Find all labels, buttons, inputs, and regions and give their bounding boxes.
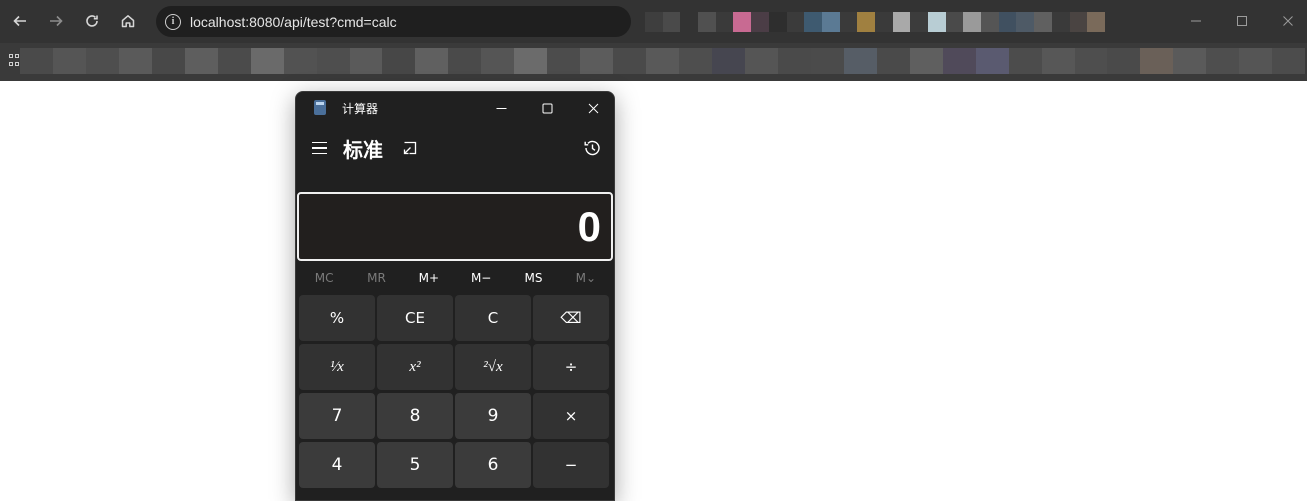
mode-title: 标准 <box>343 138 383 162</box>
memory-recall-button[interactable]: MR <box>350 268 402 288</box>
close-icon <box>588 103 598 113</box>
clear-key[interactable]: C <box>455 295 531 341</box>
mode-bar: 标准 <box>296 132 614 166</box>
calculator-app-icon <box>314 100 326 115</box>
maximize-icon <box>542 103 552 113</box>
bookmarks-bar <box>0 43 1307 81</box>
home-button[interactable] <box>117 10 139 32</box>
arrow-left-icon <box>13 15 26 27</box>
forward-button[interactable] <box>45 10 67 32</box>
calc-close-button[interactable] <box>578 96 608 120</box>
multiply-key[interactable]: × <box>533 393 609 439</box>
keep-on-top-icon[interactable] <box>402 140 418 156</box>
blurred-extensions-area <box>645 12 1105 32</box>
square-key[interactable]: x² <box>377 344 453 390</box>
memory-subtract-button[interactable]: M− <box>455 268 507 288</box>
subtract-key[interactable]: − <box>533 442 609 488</box>
minimize-icon <box>496 107 506 109</box>
digit-9-key[interactable]: 9 <box>455 393 531 439</box>
display-value: 0 <box>577 202 601 250</box>
digit-5-key[interactable]: 5 <box>377 442 453 488</box>
digit-7-key[interactable]: 7 <box>299 393 375 439</box>
home-icon <box>121 15 135 28</box>
square-root-key[interactable]: ²√x <box>455 344 531 390</box>
back-button[interactable] <box>9 10 31 32</box>
blurred-bookmarks <box>20 48 1306 74</box>
minimize-icon <box>1191 20 1201 22</box>
close-window-button[interactable] <box>1276 10 1300 32</box>
reload-icon <box>86 15 98 27</box>
digit-6-key[interactable]: 6 <box>455 442 531 488</box>
clear-entry-key[interactable]: CE <box>377 295 453 341</box>
maximize-window-button[interactable] <box>1230 10 1254 32</box>
percent-key[interactable]: % <box>299 295 375 341</box>
memory-row: MC MR M+ M− MS M⌄ <box>298 268 612 288</box>
memory-store-button[interactable]: MS <box>507 268 559 288</box>
memory-list-button[interactable]: M⌄ <box>560 268 612 288</box>
reload-button[interactable] <box>81 10 103 32</box>
digit-4-key[interactable]: 4 <box>299 442 375 488</box>
hamburger-menu-icon[interactable] <box>312 142 327 154</box>
backspace-key[interactable]: ⌫ <box>533 295 609 341</box>
calculator-window: 计算器 标准 0 MC MR M+ M− MS M⌄ % CE C ⌫ ¹⁄x … <box>295 91 615 501</box>
keypad: % CE C ⌫ ¹⁄x x² ²√x ÷ 7 8 9 × 4 5 6− <box>299 295 612 488</box>
minimize-window-button[interactable] <box>1184 10 1208 32</box>
memory-add-button[interactable]: M+ <box>403 268 455 288</box>
address-bar[interactable]: i localhost:8080/api/test?cmd=calc <box>156 6 631 37</box>
url-text: localhost:8080/api/test?cmd=calc <box>190 13 397 30</box>
memory-clear-button[interactable]: MC <box>298 268 350 288</box>
digit-8-key[interactable]: 8 <box>377 393 453 439</box>
divide-key[interactable]: ÷ <box>533 344 609 390</box>
reciprocal-key[interactable]: ¹⁄x <box>299 344 375 390</box>
calc-minimize-button[interactable] <box>486 96 516 120</box>
arrow-right-icon <box>50 15 63 27</box>
apps-grid-icon[interactable] <box>9 54 19 68</box>
history-icon[interactable] <box>582 138 602 158</box>
browser-toolbar: i localhost:8080/api/test?cmd=calc <box>0 0 1307 43</box>
maximize-icon <box>1237 16 1247 26</box>
calculator-titlebar[interactable]: 计算器 <box>296 92 614 124</box>
calc-maximize-button[interactable] <box>532 96 562 120</box>
close-icon <box>1283 16 1293 26</box>
window-title: 计算器 <box>342 102 379 116</box>
info-icon[interactable]: i <box>165 13 181 30</box>
calculator-display: 0 <box>297 192 613 261</box>
